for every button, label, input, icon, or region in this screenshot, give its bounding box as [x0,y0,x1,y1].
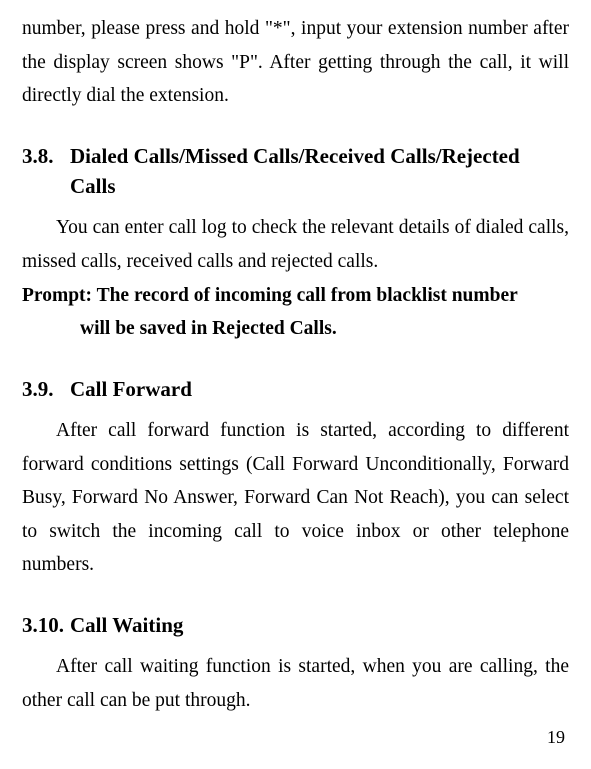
section-3-8: 3.8. Dialed Calls/Missed Calls/Received … [22,141,569,346]
page-number: 19 [547,722,565,753]
prompt-block: Prompt: The record of incoming call from… [22,279,569,346]
section-body: You can enter call log to check the rele… [22,211,569,278]
section-heading-3-9: 3.9. Call Forward [22,374,569,404]
prompt-line1: The record of incoming call from blackli… [97,285,518,306]
section-title: Dialed Calls/Missed Calls/Received Calls… [70,141,569,202]
section-title: Call Waiting [70,610,569,640]
section-body: After call forward function is started, … [22,414,569,582]
section-heading-3-10: 3.10. Call Waiting [22,610,569,640]
section-title: Call Forward [70,374,569,404]
prompt-line2: will be saved in Rejected Calls. [22,312,569,346]
section-number: 3.9. [22,374,70,404]
section-3-9: 3.9. Call Forward After call forward fun… [22,374,569,582]
section-body: After call waiting function is started, … [22,650,569,717]
section-heading-3-8: 3.8. Dialed Calls/Missed Calls/Received … [22,141,569,202]
continuation-paragraph: number, please press and hold "*", input… [22,12,569,113]
section-number: 3.10. [22,610,70,640]
section-3-10: 3.10. Call Waiting After call waiting fu… [22,610,569,718]
section-number: 3.8. [22,141,70,202]
prompt-label: Prompt: [22,285,97,306]
